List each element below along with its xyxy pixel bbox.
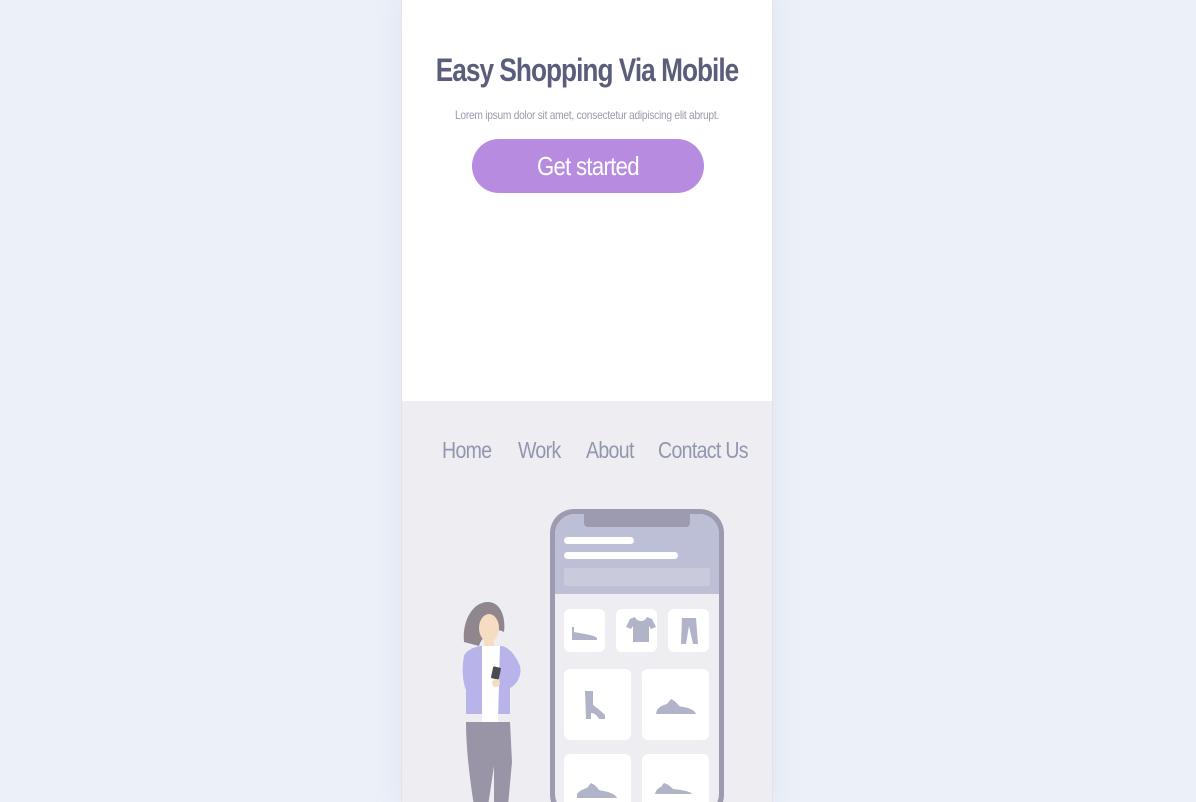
phone-illustration xyxy=(550,509,724,802)
woman-holding-phone-icon xyxy=(462,602,521,802)
hero-section: Easy Shopping Via Mobile Lorem ipsum dol… xyxy=(402,0,772,401)
mobile-page-frame: Easy Shopping Via Mobile Lorem ipsum dol… xyxy=(401,0,773,802)
hero-title: Easy Shopping Via Mobile xyxy=(435,52,739,88)
product-card xyxy=(668,609,709,652)
product-card xyxy=(564,609,605,652)
product-card xyxy=(564,669,631,740)
hero-subtitle: Lorem ipsum dolor sit amet, consectetur … xyxy=(454,108,720,122)
get-started-button[interactable]: Get started xyxy=(472,139,704,193)
get-started-label: Get started xyxy=(537,150,640,181)
shopping-illustration xyxy=(462,509,724,802)
product-card xyxy=(642,754,709,802)
lower-section: Home Work About Contact Us xyxy=(402,401,772,802)
